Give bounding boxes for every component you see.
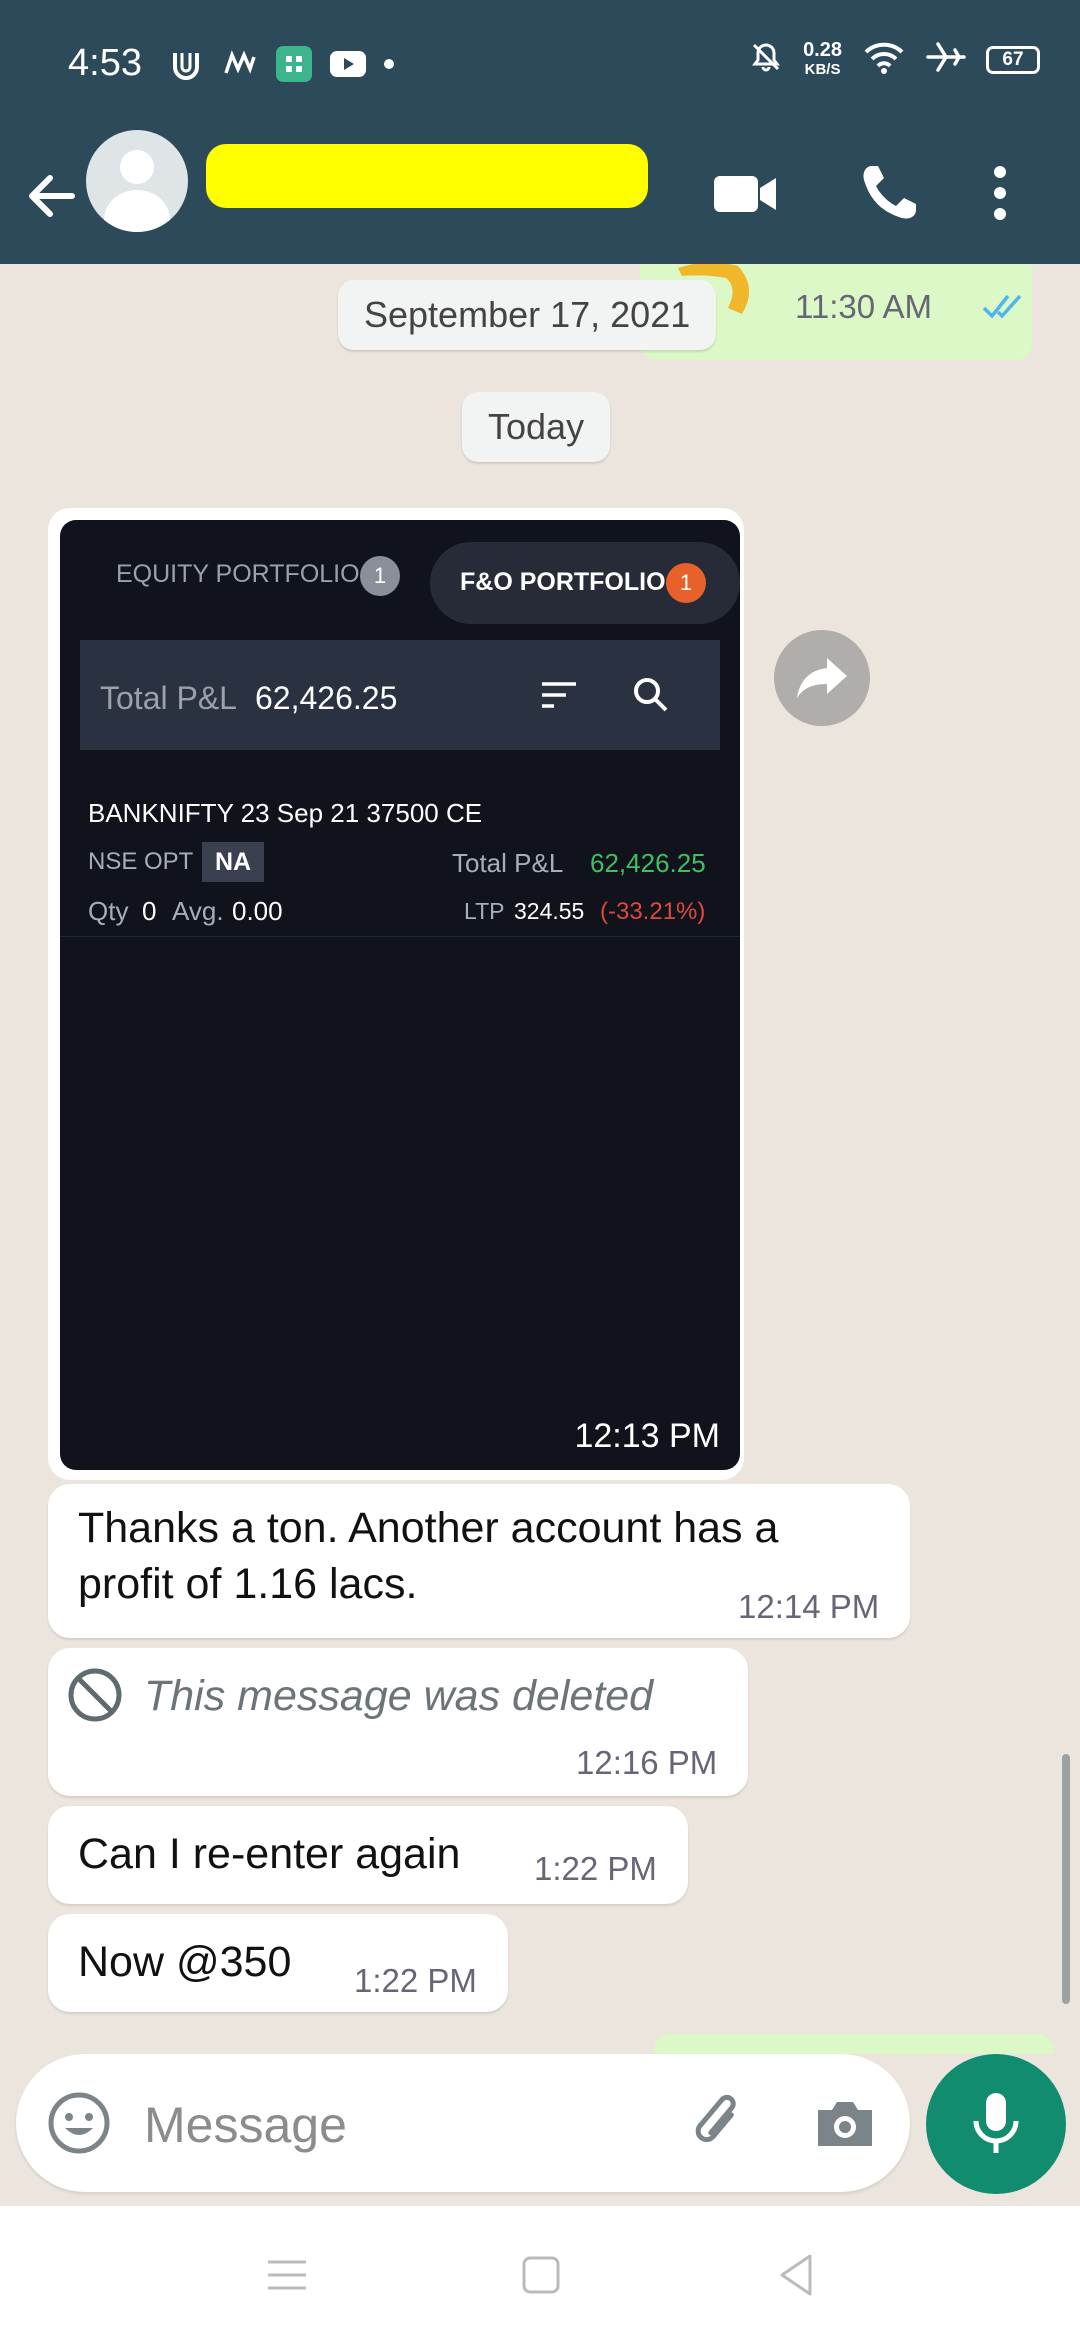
- network-speed: 0.28 KB/S: [803, 38, 842, 79]
- forward-arrow-icon: [797, 658, 847, 698]
- fo-portfolio-label: F&O PORTFOLIO: [460, 568, 666, 596]
- video-call-icon[interactable]: [712, 158, 782, 228]
- na-tag: NA: [202, 842, 264, 882]
- qty-label: Qty: [88, 896, 129, 926]
- incoming-message-bubble[interactable]: Thanks a ton. Another account has a prof…: [48, 1484, 910, 1638]
- paytm-app-icon: [222, 46, 258, 82]
- microphone-icon: [973, 2093, 1019, 2153]
- chat-area[interactable]: 11:30 AM September 17, 2021 Today EQUITY…: [0, 264, 1080, 2054]
- net-speed-value: 0.28: [803, 38, 842, 61]
- avg-label: Avg.: [172, 896, 224, 926]
- status-bar: 4:53 0.28 KB/S 67: [0, 0, 1080, 128]
- attach-paperclip-icon[interactable]: [684, 2088, 754, 2158]
- fo-count-badge: 1: [666, 563, 706, 603]
- more-notifications-dot-icon: [384, 59, 394, 69]
- camera-icon[interactable]: [810, 2088, 880, 2158]
- row-pl-value: 62,426.25: [590, 848, 706, 878]
- back-nav-icon[interactable]: [772, 2250, 822, 2300]
- avatar-body-icon: [104, 190, 170, 232]
- urban-app-icon: [168, 46, 204, 82]
- total-pl-bar: Total P&L 62,426.25: [80, 640, 720, 750]
- double-check-read-icon: [982, 292, 1028, 325]
- mute-bell-icon: [749, 40, 783, 79]
- home-nav-icon[interactable]: [516, 2250, 566, 2300]
- youtube-icon: [330, 46, 366, 82]
- segment-label: OPT: [144, 848, 194, 875]
- total-pl-value: 62,426.25: [255, 680, 398, 716]
- message-text: Can I re-enter again: [78, 1830, 461, 1878]
- wifi-icon: [862, 40, 906, 79]
- battery-level: 67: [986, 45, 1040, 74]
- voice-record-button[interactable]: [926, 2054, 1066, 2194]
- emoji-icon[interactable]: [44, 2088, 114, 2158]
- date-divider-old: September 17, 2021: [338, 280, 717, 350]
- equity-count-badge: 1: [360, 556, 400, 596]
- outgoing-message-bubble-partial[interactable]: [654, 2034, 1054, 2054]
- net-speed-unit: KB/S: [804, 60, 841, 78]
- exchange-label: NSE: [88, 848, 138, 875]
- chat-scrollbar[interactable]: [1062, 1754, 1070, 2004]
- contact-avatar[interactable]: [86, 130, 188, 232]
- message-time: 11:30 AM: [795, 288, 932, 325]
- sort-icon: [540, 678, 578, 717]
- message-time: 12:14 PM: [738, 1588, 880, 1625]
- menu-nav-icon[interactable]: [262, 2250, 312, 2300]
- date-divider-today: Today: [462, 392, 611, 462]
- more-options-icon[interactable]: [980, 158, 1020, 228]
- instrument-name: BANKNIFTY 23 Sep 21 37500 CE: [88, 798, 483, 828]
- ltp-change: (-33.21%): [600, 898, 706, 925]
- contact-name-redacted[interactable]: [206, 144, 648, 208]
- row-pl-label: Total P&L: [452, 848, 564, 878]
- qty-value: 0: [142, 896, 157, 926]
- deleted-message-bubble[interactable]: This message was deleted 12:16 PM: [48, 1648, 748, 1796]
- chat-header: [0, 128, 1080, 264]
- voice-call-icon[interactable]: [854, 158, 924, 228]
- ltp-label: LTP: [464, 898, 505, 924]
- message-time: 12:16 PM: [576, 1744, 718, 1781]
- image-message-bubble[interactable]: EQUITY PORTFOLIO 1 F&O PORTFOLIO 1 Total…: [48, 508, 744, 1480]
- fo-portfolio-tab: F&O PORTFOLIO 1: [430, 542, 740, 624]
- message-time: 1:22 PM: [354, 1962, 477, 1999]
- image-message-time: 12:13 PM: [574, 1417, 720, 1455]
- forward-button[interactable]: [774, 630, 870, 726]
- total-pl-label: Total P&L: [100, 680, 237, 716]
- system-navigation-bar: [0, 2206, 1080, 2340]
- deleted-block-icon: [66, 1666, 124, 1729]
- incoming-message-bubble[interactable]: Can I re-enter again 1:22 PM: [48, 1806, 688, 1904]
- shared-screenshot-image[interactable]: EQUITY PORTFOLIO 1 F&O PORTFOLIO 1 Total…: [60, 520, 740, 1470]
- message-time: 1:22 PM: [534, 1850, 657, 1887]
- message-input-bar: Message: [16, 2054, 910, 2192]
- notification-icons: [168, 46, 394, 82]
- system-icons: 0.28 KB/S 67: [749, 40, 1040, 79]
- avatar-head-icon: [120, 150, 154, 184]
- incoming-message-bubble[interactable]: Now @350 1:22 PM: [48, 1914, 508, 2012]
- message-text: Now @350: [78, 1938, 292, 1986]
- row-divider: [60, 936, 740, 937]
- message-input[interactable]: Message: [144, 2096, 347, 2154]
- search-icon: [632, 676, 670, 719]
- deleted-message-text: This message was deleted: [144, 1672, 654, 1720]
- avg-value: 0.00: [232, 896, 283, 926]
- calculator-app-icon: [276, 46, 312, 82]
- ltp-value: 324.55: [514, 898, 585, 924]
- back-arrow-icon[interactable]: [22, 156, 82, 236]
- status-time: 4:53: [68, 42, 142, 84]
- equity-portfolio-tab: EQUITY PORTFOLIO: [116, 560, 360, 588]
- airplane-mode-icon: [926, 40, 966, 79]
